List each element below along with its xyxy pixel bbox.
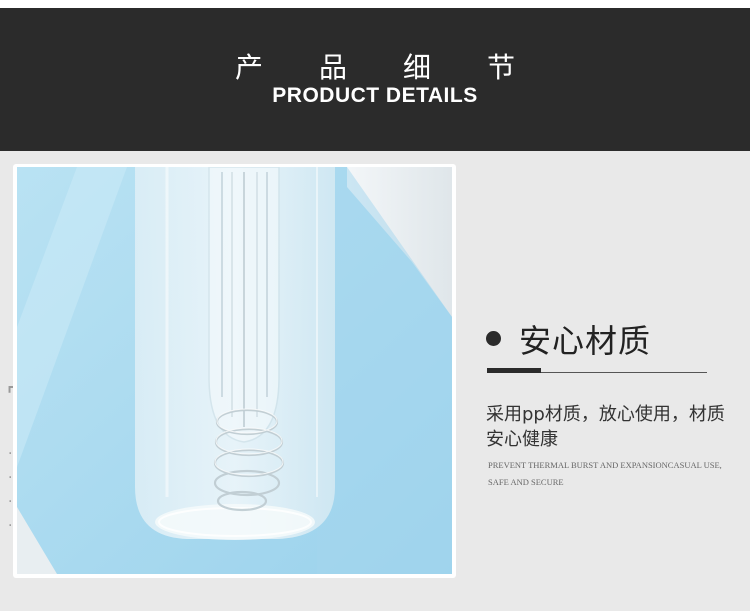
feature-english-note: PREVENT THERMAL BURST AND EXPANSIONCASUA… [488,460,722,487]
top-strip [0,0,750,8]
product-photo [17,167,452,574]
header-banner: 产品细节 PRODUCT DETAILS [0,8,750,151]
header-title-en: PRODUCT DETAILS [272,84,478,107]
header-title-cn: 产品细节 [234,51,571,84]
bullet-dot [486,331,501,346]
title-underline-accent [487,368,541,373]
hidden-text-fragment: · · · · [8,446,13,534]
shaker-bottle-illustration [17,167,452,574]
feature-title: 安心材质 [519,322,652,360]
feature-description: 采用pp材质，放心使用，材质安心健康 [486,404,725,450]
